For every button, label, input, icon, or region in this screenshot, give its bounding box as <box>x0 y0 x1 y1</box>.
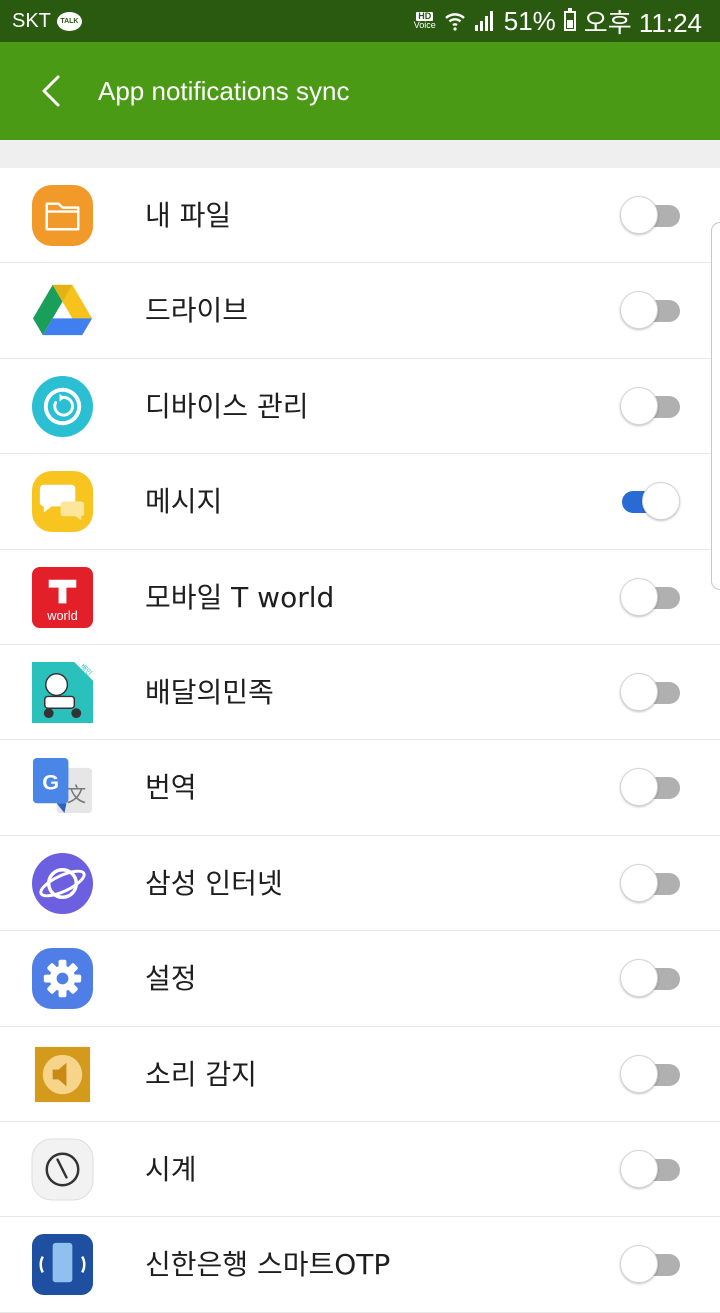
app-row[interactable]: 설정 <box>0 931 720 1027</box>
sync-toggle[interactable] <box>620 1245 682 1285</box>
app-label: 디바이스 관리 <box>145 389 309 423</box>
sync-toggle[interactable] <box>620 577 682 618</box>
app-row[interactable]: 드라이브 <box>0 263 720 359</box>
app-label: 메시지 <box>145 485 223 519</box>
list-top-divider <box>0 140 720 168</box>
clock-icon <box>31 1138 94 1201</box>
app-bar: App notifications sync <box>0 42 720 140</box>
sync-toggle[interactable] <box>620 482 682 522</box>
app-row[interactable]: 디바이스 관리 <box>0 359 720 455</box>
battery-percent: 51% <box>503 5 556 36</box>
wifi-icon <box>444 13 465 31</box>
t-world-icon-label: world <box>46 608 78 623</box>
app-label: 번역 <box>145 771 197 805</box>
app-row[interactable]: G 文 번역 <box>0 740 720 836</box>
page-title: App notifications sync <box>98 76 350 106</box>
app-row[interactable]: 삼성 인터넷 <box>0 836 720 932</box>
translate-g-glyph: G <box>42 770 59 795</box>
scrollbar[interactable] <box>711 222 720 590</box>
hd-voice-sublabel: Voice <box>413 20 436 30</box>
app-label: 내 파일 <box>145 199 232 232</box>
status-bar: SKT TALK HD Voice 51% 오후 11:24 <box>0 0 720 42</box>
toggle-thumb <box>620 1149 658 1188</box>
samsung-internet-icon <box>31 852 94 914</box>
back-button[interactable] <box>22 62 80 120</box>
sync-toggle[interactable] <box>620 672 682 713</box>
app-label: 신한은행 스마트OTP <box>145 1248 391 1282</box>
toggle-thumb <box>620 577 658 616</box>
google-drive-icon <box>32 285 93 336</box>
t-world-icon: world <box>31 566 94 628</box>
app-label: 시계 <box>145 1152 197 1186</box>
sync-toggle[interactable] <box>620 196 682 236</box>
toggle-thumb <box>620 1054 658 1093</box>
back-arrow-icon <box>42 75 60 107</box>
folder-icon <box>31 184 94 247</box>
google-translate-icon: G 文 <box>32 758 93 814</box>
toggle-thumb <box>642 482 680 521</box>
kakaotalk-notification-icon: TALK <box>56 11 82 31</box>
device-care-icon <box>31 375 94 437</box>
app-list: 내 파일 드라이브 디바이스 관리 메시지 world 모바일 T world … <box>0 168 720 1313</box>
carrier-label: SKT <box>12 9 51 32</box>
sound-detector-icon <box>34 1046 91 1102</box>
app-row[interactable]: 내 파일 <box>0 168 720 264</box>
toggle-thumb <box>620 672 658 711</box>
toggle-thumb <box>620 863 658 902</box>
sync-toggle[interactable] <box>620 291 682 331</box>
clock-time: 오후 11:24 <box>583 7 702 38</box>
toggle-thumb <box>620 291 658 330</box>
shinhan-otp-icon <box>31 1234 94 1296</box>
app-label: 모바일 T world <box>145 580 335 614</box>
app-row[interactable]: 메시지 <box>0 454 720 550</box>
messages-icon <box>31 471 94 533</box>
app-row[interactable]: world 모바일 T world <box>0 550 720 645</box>
app-row[interactable]: 소리 감지 <box>0 1027 720 1122</box>
toggle-thumb <box>620 196 658 234</box>
sync-toggle[interactable] <box>620 768 682 808</box>
app-label: 드라이브 <box>145 294 249 328</box>
app-row[interactable]: 신한은행 스마트OTP <box>0 1217 720 1313</box>
sync-toggle[interactable] <box>620 1054 682 1095</box>
battery-icon <box>563 8 576 31</box>
app-label: 삼성 인터넷 <box>145 866 283 900</box>
hd-voice-icon: HD Voice <box>414 12 436 30</box>
signal-strength-icon <box>474 11 493 31</box>
sync-toggle[interactable] <box>620 863 682 904</box>
app-label: 설정 <box>145 962 197 996</box>
sync-toggle[interactable] <box>620 959 682 999</box>
baemin-icon: 배민 <box>31 662 94 723</box>
toggle-thumb <box>620 959 658 998</box>
settings-gear-icon <box>31 948 94 1010</box>
sync-toggle[interactable] <box>620 1149 682 1190</box>
toggle-thumb <box>620 1245 658 1284</box>
app-row[interactable]: 배민 배달의민족 <box>0 645 720 741</box>
sync-toggle[interactable] <box>620 386 682 427</box>
toggle-thumb <box>620 386 658 425</box>
app-label: 소리 감지 <box>145 1057 257 1091</box>
toggle-thumb <box>620 768 658 807</box>
translate-wen-glyph: 文 <box>66 784 86 807</box>
app-row[interactable]: 시계 <box>0 1122 720 1218</box>
app-label: 배달의민족 <box>145 675 274 709</box>
